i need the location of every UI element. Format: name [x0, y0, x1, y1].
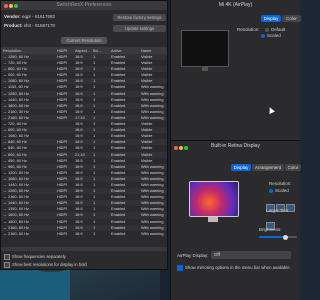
minimize-window-button[interactable] — [9, 4, 13, 8]
tab-display[interactable]: Display — [231, 164, 251, 171]
larger-text-label: Larger Text — [266, 208, 289, 213]
radio-scaled[interactable] — [261, 33, 265, 38]
radio-default[interactable] — [265, 27, 269, 32]
show-best-label: Show best resolutions for display in bol… — [12, 262, 87, 268]
show-frequencies-option[interactable]: Show frequencies separately — [4, 254, 66, 260]
resolution-scaled-option[interactable]: Scaled — [269, 188, 289, 193]
product-info: Product: sh3 - 91687170 — [4, 23, 55, 28]
tab-arrangement[interactable]: Arrangement — [252, 164, 284, 171]
scaled-option-label: Scaled — [275, 188, 289, 193]
switchresx-window: SwitchResX Preferences Vendor: eqpr - 61… — [0, 0, 168, 270]
retina-titlebar: Built-in Retina Display — [171, 141, 300, 151]
resolution-label: Resolution: — [269, 181, 292, 186]
close-window-button[interactable] — [174, 146, 178, 150]
cell-bd: 1 — [93, 230, 96, 236]
monitor-stand — [202, 67, 208, 71]
retina-title: Built-in Retina Display — [211, 143, 260, 149]
tab-color[interactable]: Color — [282, 15, 301, 22]
brightness-label: Brightness: — [259, 227, 282, 232]
airplay-select[interactable]: Off — [211, 251, 291, 259]
col-resolution[interactable]: Resolution — [3, 47, 21, 54]
tab-display[interactable]: Display — [261, 15, 281, 22]
retina-display-window: Built-in Retina Display Display Arrangem… — [170, 140, 301, 300]
product-label: Product: — [4, 23, 23, 28]
cell-name: With warning — [141, 230, 164, 236]
cell-active: Enabled — [111, 230, 126, 236]
close-window-button[interactable] — [4, 4, 8, 8]
window-controls — [174, 144, 189, 154]
mi4k-display-window: Mi 4K (AirPlay) Display Color Resolution… — [170, 0, 301, 140]
imac-stand — [208, 217, 218, 222]
scaled-option-label: Scaled — [267, 33, 281, 38]
cell-aspect: 16:9 — [75, 230, 83, 236]
resolution-table: Resolution HiDPI Aspect... Bd... Active … — [1, 47, 167, 237]
brightness-slider[interactable] — [259, 234, 297, 240]
show-frequencies-label: Show frequencies separately — [12, 254, 66, 260]
airplay-label: AirPlay Display: — [177, 253, 209, 258]
table-row[interactable]: → 2160, 60 Hz HiDPI 16:9 1 Enabled With warni… — [1, 230, 167, 237]
imac-preview — [189, 181, 239, 217]
srx-titlebar: SwitchResX Preferences — [1, 1, 167, 10]
mirror-label: Show mirroring options in the menu bar w… — [185, 265, 290, 271]
col-active[interactable]: Active — [111, 47, 122, 54]
vendor-value: eqpr - 61617682 — [22, 14, 56, 19]
col-aspect[interactable]: Aspect... — [75, 47, 90, 54]
window-controls — [4, 3, 19, 12]
minimize-window-button[interactable] — [179, 146, 183, 150]
col-bd[interactable]: Bd... — [93, 47, 101, 54]
cell-hidpi: HiDPI — [57, 230, 68, 236]
col-name[interactable]: Name — [141, 47, 151, 54]
zoom-window-button[interactable] — [14, 4, 18, 8]
restore-factory-button[interactable]: Restore factory settings — [113, 14, 166, 21]
brightness-knob[interactable] — [283, 234, 289, 240]
brightness-fill — [259, 236, 286, 238]
current-resolution-button[interactable]: Current Resolution — [61, 37, 107, 44]
show-best-checkbox[interactable] — [4, 262, 10, 268]
table-header: Resolution HiDPI Aspect... Bd... Active … — [1, 47, 167, 54]
mi4k-title: Mi 4K (AirPlay) — [218, 2, 253, 8]
zoom-window-button[interactable] — [184, 146, 188, 150]
vendor-info: Vendor: eqpr - 61617682 — [4, 14, 55, 19]
tab-color[interactable]: Color — [285, 164, 301, 171]
resolution-label: Resolution: — [237, 27, 260, 32]
show-frequencies-checkbox[interactable] — [4, 254, 10, 260]
srx-title: SwitchResX Preferences — [56, 2, 112, 8]
show-best-option[interactable]: Show best resolutions for display in bol… — [4, 262, 87, 268]
horizontal-scrollbar[interactable] — [1, 247, 167, 251]
cell-resolution: → 2160, 60 Hz — [3, 230, 29, 236]
mirror-option[interactable]: Show mirroring options in the menu bar w… — [177, 265, 290, 271]
resolution-scaled-option[interactable]: Scaled — [261, 33, 281, 38]
radio-scaled[interactable] — [269, 188, 273, 193]
mirror-checkbox[interactable] — [177, 265, 183, 271]
resolution-default-option[interactable]: Default — [265, 27, 285, 32]
vendor-label: Vendor: — [4, 14, 21, 19]
col-hidpi[interactable]: HiDPI — [57, 47, 67, 54]
monitor-preview — [181, 30, 229, 71]
product-value: sh3 - 91687170 — [23, 23, 56, 28]
update-settings-button[interactable]: Update settings — [113, 25, 166, 32]
default-option-label: Default — [271, 27, 286, 32]
